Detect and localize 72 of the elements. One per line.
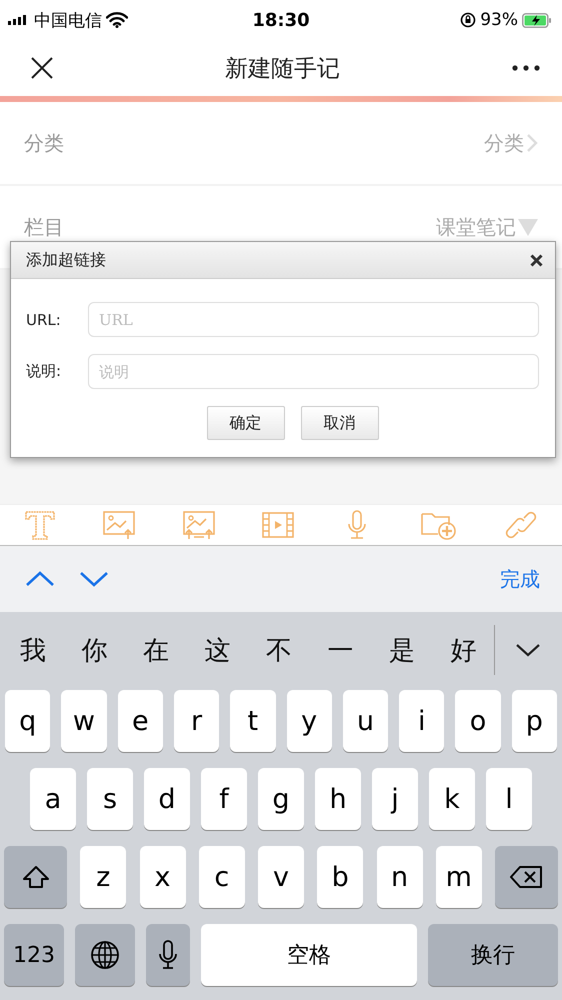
letter-key[interactable]: b <box>317 846 364 908</box>
letter-key[interactable]: g <box>258 768 304 830</box>
letter-key[interactable]: p <box>512 690 557 752</box>
previous-icon[interactable] <box>25 571 55 587</box>
letter-key[interactable]: s <box>87 768 133 830</box>
dialog-title: 添加超链接 <box>26 250 106 270</box>
field-label: 说明: <box>26 362 62 381</box>
shift-key[interactable] <box>4 846 67 908</box>
close-icon[interactable] <box>530 254 543 266</box>
candidate-word[interactable]: 你 <box>64 632 125 668</box>
letter-key[interactable]: u <box>342 690 388 752</box>
letter-key[interactable]: d <box>144 768 190 830</box>
letter-key[interactable]: i <box>399 690 444 752</box>
candidate-word[interactable]: 不 <box>248 632 310 668</box>
delete-key[interactable] <box>495 846 558 908</box>
microphone-key[interactable] <box>146 924 190 986</box>
letter-key[interactable]: r <box>174 690 220 752</box>
letter-key[interactable]: c <box>198 846 245 908</box>
close-icon[interactable] <box>31 57 53 79</box>
shift-arrow-icon <box>22 865 50 889</box>
done-button[interactable]: 完成 <box>500 566 540 592</box>
rotation-lock-icon <box>460 12 476 28</box>
function-key[interactable]: 123 <box>4 924 64 986</box>
letter-key[interactable]: t <box>230 690 276 752</box>
letter-key[interactable]: e <box>118 690 163 752</box>
chevron-right-icon <box>526 133 538 153</box>
microphone-icon <box>158 940 178 970</box>
page-title: 新建随手记 <box>225 54 340 84</box>
letter-key[interactable]: n <box>376 846 422 908</box>
space-key[interactable]: 空格 <box>201 924 417 986</box>
candidate-word[interactable]: 这 <box>186 632 248 668</box>
letter-key[interactable]: k <box>429 768 475 830</box>
letter-key[interactable]: z <box>80 846 126 908</box>
candidate-word[interactable]: 我 <box>2 632 64 668</box>
status-time: 18:30 <box>252 10 310 30</box>
battery-percent: 93% <box>480 10 518 30</box>
letter-key[interactable]: y <box>286 690 332 752</box>
letter-key[interactable]: f <box>201 768 247 830</box>
battery-charging-icon <box>522 12 552 28</box>
candidate-word[interactable]: 在 <box>125 632 186 668</box>
dropdown-triangle-icon <box>518 218 538 236</box>
expand-icon[interactable] <box>515 643 541 657</box>
letter-key[interactable]: h <box>315 768 361 830</box>
field-label: URL: <box>26 310 62 328</box>
row-label: 分类 <box>24 130 64 156</box>
carrier-name: 中国电信 <box>34 10 102 32</box>
letter-key[interactable]: o <box>455 690 501 752</box>
candidate-word[interactable]: 一 <box>310 632 371 668</box>
letter-key[interactable]: w <box>61 690 107 752</box>
more-icon[interactable] <box>512 65 540 71</box>
input-field[interactable]: 说明 <box>88 354 539 389</box>
input-field[interactable]: URL <box>88 302 539 337</box>
candidate-word[interactable]: 是 <box>371 632 432 668</box>
letter-key[interactable]: m <box>436 846 482 908</box>
function-key[interactable]: 换行 <box>428 924 558 986</box>
globe-icon <box>90 940 120 970</box>
row-value: 分类 <box>484 130 524 156</box>
letter-key[interactable]: q <box>5 690 50 752</box>
globe-key[interactable] <box>75 924 135 986</box>
letter-key[interactable]: l <box>486 768 532 830</box>
backspace-icon <box>510 865 544 889</box>
next-icon[interactable] <box>79 571 109 587</box>
confirm-button[interactable]: 确定 <box>206 406 284 440</box>
letter-key[interactable]: x <box>140 846 186 908</box>
row-value: 课堂笔记 <box>436 214 516 240</box>
letter-key[interactable]: j <box>372 768 418 830</box>
candidate-word[interactable]: 好 <box>432 632 494 668</box>
letter-key[interactable]: a <box>30 768 76 830</box>
letter-key[interactable]: v <box>258 846 304 908</box>
row-label: 栏目 <box>24 214 64 240</box>
cancel-button[interactable]: 取消 <box>300 406 378 440</box>
wifi-icon <box>106 12 128 28</box>
